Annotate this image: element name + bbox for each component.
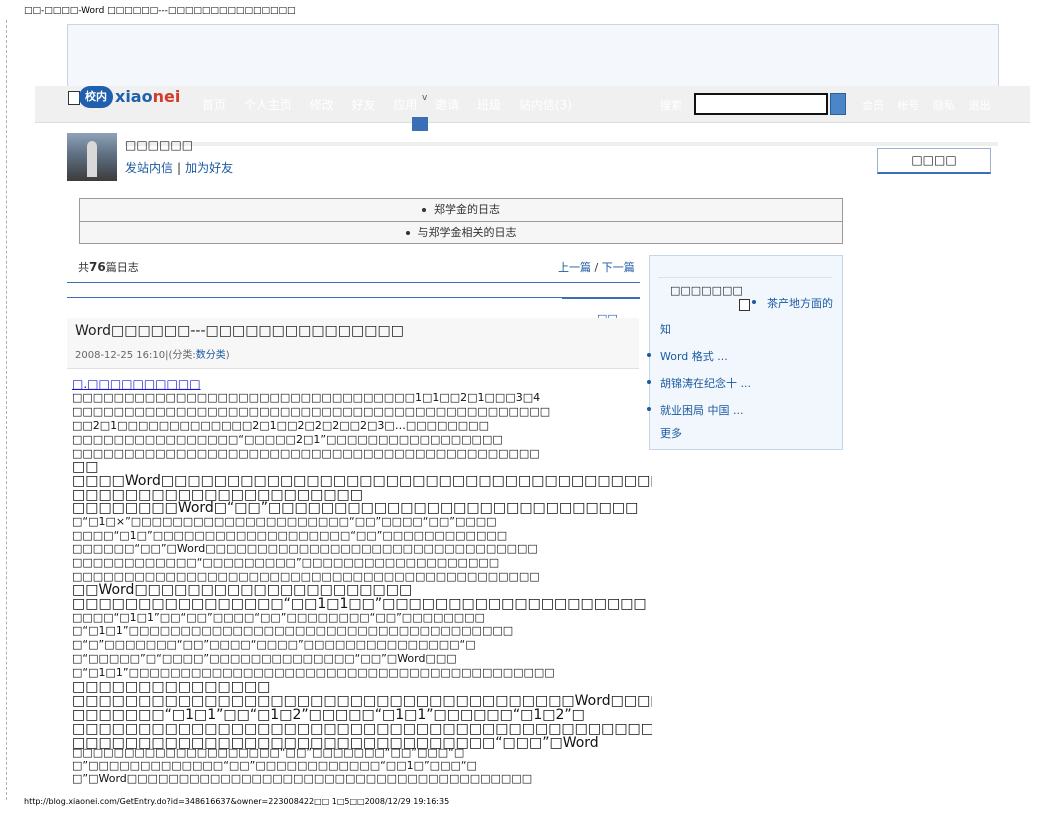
post-meta: 2008-12-25 16:10|(分类:数分类): [75, 350, 230, 361]
nav-edit[interactable]: 修改: [310, 98, 334, 112]
right-tab[interactable]: □□□□: [877, 148, 991, 174]
post-count: 共76篇日志: [78, 260, 139, 274]
sidebar-more-link[interactable]: 更多: [660, 425, 682, 441]
body-line: □□□□“□1□1”□□“□□”□□□□“□□”□□□□□□□□“□□”□□□□…: [72, 611, 485, 624]
bullet-icon: [422, 208, 426, 212]
bullet-icon: [647, 380, 651, 384]
body-line: □□□□□□□□□□□□□□□□□□□□“□□”□□□□□□□“□□”□□□“□: [72, 746, 465, 759]
placeholder-glyph: [739, 299, 750, 311]
body-line: □□□□□□□“□1□1”□□“□1□2”□□□□□“□1□1”□□□□□□“□…: [72, 708, 585, 723]
divider-line: [67, 282, 640, 283]
print-header: □□-□□□□-Word □□□□□□---□□□□□□□□□□□□□□□: [24, 6, 296, 16]
link-privacy[interactable]: 隐私: [933, 99, 955, 112]
link-account[interactable]: 帐号: [898, 99, 920, 112]
sidebar-title: □□□□□□□: [670, 284, 743, 297]
body-line: □□□□□□□□□□□□□□□□□□□□□□□□□□□□□□□□□1□1□□2□…: [72, 391, 541, 404]
body-line: □□□□□□“□□”□Word□□□□□□□□□□□□□□□□□□□□□□□□□…: [72, 542, 538, 555]
body-line: □“□1□1”□□□□□□□□□□□□□□□□□□□□□□□□□□□□□□□□□…: [72, 666, 555, 679]
profile-actions: 发站内信 | 加为好友: [125, 159, 233, 176]
print-footer: http://blog.xiaonei.com/GetEntry.do?id=3…: [24, 797, 450, 806]
body-line: □“□1□×”□□□□□□□□□□□□□□□□□□□□□“□□”□□□□“□□”…: [72, 515, 497, 528]
profile-divider: [125, 142, 998, 146]
divider-accent: [562, 297, 640, 299]
nav-class[interactable]: 班级: [477, 98, 501, 112]
account-links: 会员 帐号 隐私 退出: [862, 97, 1001, 113]
site-logo[interactable]: 校内 xiaonei: [79, 86, 180, 110]
body-line: □□Word□□□□□□□□□□□□□□□□□□□□□: [72, 583, 413, 598]
nav-invite[interactable]: 邀请: [435, 98, 459, 112]
body-line: □”□□□□□□□□□□□□□“□□”□□□□□□□□□□□□“□□1□”□□□…: [72, 759, 477, 772]
body-line: □□□□□□□□□□□□□□□□“□□□□□2□1”□□□□□□□□□□□□□□…: [72, 433, 503, 446]
body-line: □□□□□□□□Word□“□□”□□□□□□□□□□□□□□□□□□□□□□□…: [72, 501, 639, 516]
divider-line: [67, 297, 640, 298]
section-link[interactable]: □.□□□□□□□□□□: [72, 378, 652, 391]
search-button[interactable]: [830, 93, 846, 115]
body-line: □“□”□□□□□□□“□□”□□□□“□□□□”□□□□□□□□□□□□□□□…: [72, 638, 476, 651]
body-line: □□□□Word□□□□□□□□□□□□□□□□□□□□□□□□□□□□□□□□…: [72, 474, 652, 489]
prev-post-link[interactable]: 上一篇: [558, 261, 591, 274]
logo-wordmark: xiaonei: [115, 87, 181, 106]
link-member[interactable]: 会员: [862, 99, 884, 112]
page-edge-rule: [6, 20, 7, 800]
sidebar-item[interactable]: 胡锦涛在纪念十 ...: [660, 375, 751, 391]
body-line: □□□□“□1□”□□□□□□□□□□□□□□□□□□□“□□”□□□□□□□□…: [72, 529, 508, 542]
bullet-icon: [405, 231, 410, 235]
body-line: □□□□□□□□□□□□□□□□□□□□□□□□□□□□□□□□□□□□□□□□…: [72, 570, 540, 583]
top-banner: [67, 24, 999, 88]
search-label: 搜索: [660, 99, 682, 112]
nav-apps[interactable]: 应用: [393, 98, 417, 112]
nav-profile[interactable]: 个人主页: [244, 98, 292, 112]
body-line: □□□□□□□□□□□□□□□□□□□□□□□□□□□□□□□□□□□□□□Wo…: [72, 694, 652, 709]
sidebar-item[interactable]: Word 格式 ...: [660, 348, 728, 364]
body-line: □□□□□□□□□□□□“□□□□□□□□□”□□□□□□□□□□□□□□□□□…: [72, 556, 500, 569]
nav-home[interactable]: 首页: [202, 98, 226, 112]
sidebar-divider: [658, 277, 832, 278]
tab-my-blog[interactable]: 郑学金的日志: [80, 199, 842, 222]
sidebar-item[interactable]: 就业困局 中国 ...: [660, 402, 743, 418]
body-line: □□□□□□□□□□□□□□□□“□□1□1□□”□□□□□□□□□□□□□□□…: [72, 597, 647, 612]
bullet-icon: [647, 353, 651, 357]
body-line: □“□□□□□”□“□□□□”□□□□□□□□□□□□□□“□□”□Word□□…: [72, 652, 457, 665]
body-line: □“□1□1”□□□□□□□□□□□□□□□□□□□□□□□□□□□□□□□□□…: [72, 624, 514, 637]
bullet-icon: [752, 300, 756, 304]
nav-messages[interactable]: 站内信(3): [519, 98, 572, 112]
avatar[interactable]: [67, 133, 117, 181]
body-line: □□□□□□□□□□□□□□□: [72, 680, 271, 695]
blog-tabs: 郑学金的日志 与郑学金相关的日志: [79, 198, 843, 244]
profile-name: □□□□□□: [125, 138, 194, 152]
logo-badge: 校内: [79, 86, 113, 108]
tab-related-blog[interactable]: 与郑学金相关的日志: [80, 222, 842, 244]
body-line: □□□□□□□□□□□□□□□□□□□□□□□□□□□□□□□□□□□□□□□□…: [72, 722, 652, 737]
bullet-icon: [647, 407, 651, 411]
send-message-link[interactable]: 发站内信: [125, 161, 173, 175]
separator: |: [177, 161, 182, 175]
add-friend-link[interactable]: 加为好友: [185, 161, 233, 175]
body-line: □□: [72, 460, 99, 475]
next-post-link[interactable]: 下一篇: [602, 261, 635, 274]
post-title: Word□□□□□□---□□□□□□□□□□□□□□□: [75, 323, 404, 339]
body-line: □”□Word□□□□□□□□□□□□□□□□□□□□□□□□□□□□□□□□□…: [72, 772, 533, 785]
body-line: □□□□□□□□□□□□□□□□□□□□□□□□□□□□□□□□□□□□□□□□…: [72, 405, 551, 418]
chevron-down-icon[interactable]: v: [422, 93, 427, 103]
nav-friends[interactable]: 好友: [352, 98, 376, 112]
nav-active-indicator: [412, 117, 428, 131]
category-link[interactable]: 数分类: [196, 350, 226, 361]
search-input[interactable]: [694, 93, 828, 115]
body-line: □□2□1□□□□□□□□□□□□□2□1□□2□2□2□□2□3□…□□□□□…: [72, 419, 489, 432]
sidebar-item[interactable]: 茶产地方面的: [767, 295, 833, 311]
sidebar-item[interactable]: 知: [660, 321, 671, 337]
link-logout[interactable]: 退出: [969, 99, 991, 112]
avatar-figure: [87, 141, 97, 177]
main-nav: 首页 个人主页 修改 好友 应用 邀请 班级 站内信(3): [202, 96, 586, 113]
post-navigation: 上一篇 / 下一篇: [558, 261, 635, 274]
body-line: □□□□□□□□□□□□□□□□□□□□□□□□□□□□□□□□□□□□□□□□…: [72, 447, 540, 460]
